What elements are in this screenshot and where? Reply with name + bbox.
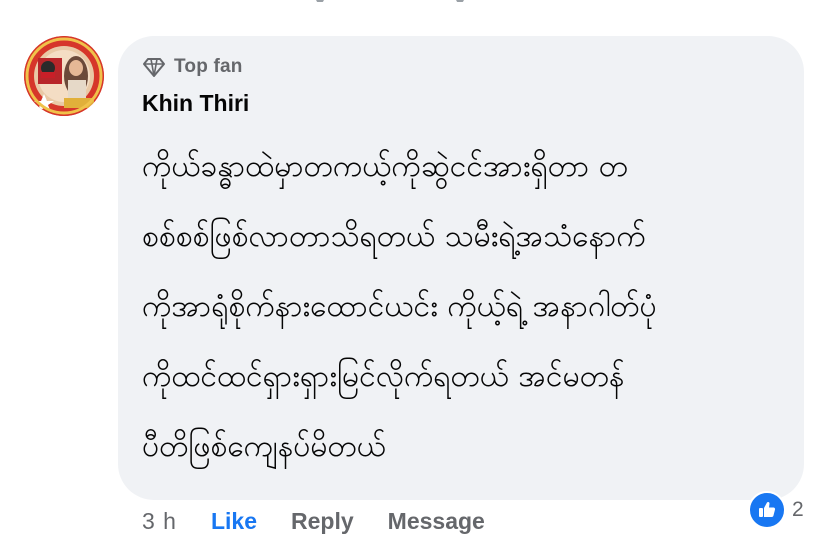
like-thumb-icon — [748, 491, 786, 529]
comment-text: ကိုယ်ခန္ဓာထဲမှာတကယ့်ကိုဆွဲငင်အားရှိတာ တ … — [142, 132, 788, 482]
comment-line: ကိုထင်ထင်ရှားရှားမြင်လိုက်ရတယ် အင်မတန် — [142, 359, 625, 394]
like-button[interactable]: Like — [211, 508, 257, 535]
author-name[interactable]: Khin Thiri — [142, 90, 249, 117]
comment-actions: 3 h Like Reply Message — [142, 505, 485, 537]
profile-photo — [24, 36, 104, 116]
reply-button[interactable]: Reply — [291, 508, 354, 535]
top-fan-badge[interactable]: Top fan — [142, 54, 243, 80]
comment-line: ကိုအာရုံစိုက်နားထောင်ယင်း ကိုယ့်ရဲ့ အနာဂ… — [142, 289, 657, 324]
comment-bubble: Top fan Khin Thiri ကိုယ်ခန္ဓာထဲမှာတကယ့်က… — [118, 36, 804, 500]
avatar[interactable] — [24, 36, 104, 116]
comment-line: ပီတိဖြစ်ကျေနပ်မိတယ် — [142, 429, 386, 464]
comment-line: ကိုယ်ခန္ဓာထဲမှာတကယ့်ကိုဆွဲငင်အားရှိတာ တ — [142, 149, 628, 184]
diamond-icon — [143, 58, 165, 77]
previous-comment-remnant — [290, 0, 520, 2]
timestamp[interactable]: 3 h — [142, 508, 177, 535]
reaction-summary[interactable]: 2 — [748, 491, 804, 529]
message-button[interactable]: Message — [388, 508, 485, 535]
reaction-count: 2 — [792, 498, 804, 521]
badge-label: Top fan — [174, 56, 243, 77]
comment-line: စစ်စစ်ဖြစ်လာတာသိရတယ် သမီးရဲ့အသံနောက် — [142, 219, 646, 254]
